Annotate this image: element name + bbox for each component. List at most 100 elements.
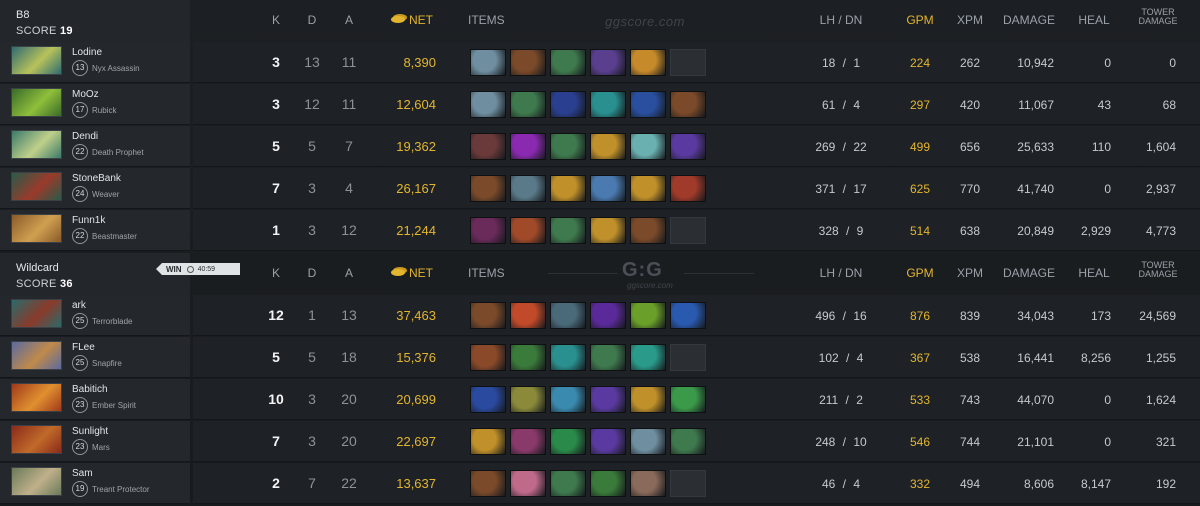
player-name[interactable]: FLee — [72, 342, 95, 353]
item-icon[interactable] — [510, 217, 546, 244]
item-icon[interactable] — [470, 217, 506, 244]
item-icon[interactable] — [550, 344, 586, 371]
item-icon[interactable] — [630, 386, 666, 413]
player-name[interactable]: Dendi — [72, 131, 98, 142]
item-icon[interactable] — [590, 91, 626, 118]
item-icon[interactable] — [470, 175, 506, 202]
item-icon[interactable] — [670, 133, 706, 160]
column-header-items[interactable]: ITEMS — [468, 13, 508, 27]
column-header-gpm[interactable]: GPM — [900, 266, 940, 280]
item-icon[interactable] — [670, 302, 706, 329]
item-icon[interactable] — [590, 344, 626, 371]
player-info[interactable]: MoOz 17 Rubick — [0, 84, 190, 125]
item-icon[interactable] — [590, 302, 626, 329]
hero-portrait[interactable] — [11, 299, 62, 328]
item-icon[interactable] — [510, 91, 546, 118]
item-icon[interactable] — [590, 217, 626, 244]
player-name[interactable]: Funn1k — [72, 215, 105, 226]
column-header-net[interactable]: NET — [382, 266, 442, 280]
column-header-net[interactable]: NET — [382, 13, 442, 27]
player-info[interactable]: Funn1k 22 Beastmaster — [0, 210, 190, 251]
hero-portrait[interactable] — [11, 467, 62, 496]
hero-portrait[interactable] — [11, 214, 62, 243]
item-icon[interactable] — [510, 49, 546, 76]
item-icon[interactable] — [470, 91, 506, 118]
item-icon[interactable] — [590, 175, 626, 202]
item-icon[interactable] — [550, 175, 586, 202]
item-icon[interactable] — [470, 428, 506, 455]
player-name[interactable]: Sam — [72, 468, 93, 479]
hero-portrait[interactable] — [11, 341, 62, 370]
player-info[interactable]: Lodine 13 Nyx Assassin — [0, 42, 190, 83]
item-icon[interactable] — [550, 91, 586, 118]
item-icon[interactable] — [510, 133, 546, 160]
item-icon[interactable] — [630, 217, 666, 244]
item-icon[interactable] — [590, 133, 626, 160]
player-row[interactable]: MoOz 17 Rubick 3 12 11 12,604 61 / 4 297 420 11,06… — [0, 84, 1200, 126]
hero-portrait[interactable] — [11, 88, 62, 117]
item-icon[interactable] — [590, 49, 626, 76]
hero-portrait[interactable] — [11, 130, 62, 159]
item-icon[interactable] — [510, 344, 546, 371]
hero-portrait[interactable] — [11, 383, 62, 412]
item-icon[interactable] — [670, 91, 706, 118]
player-info[interactable]: Babitich 23 Ember Spirit — [0, 379, 190, 420]
player-name[interactable]: MoOz — [72, 89, 99, 100]
player-row[interactable]: Babitich 23 Ember Spirit 10 3 20 20,699 211 / 2… — [0, 379, 1200, 421]
player-row[interactable]: ark 25 Terrorblade 12 1 13 37,463 496 / 16 876 83… — [0, 295, 1200, 337]
player-row[interactable]: Dendi 22 Death Prophet 5 5 7 19,362 269 / 22 499… — [0, 126, 1200, 168]
item-icon[interactable] — [670, 386, 706, 413]
item-icon[interactable] — [470, 133, 506, 160]
item-icon[interactable] — [510, 470, 546, 497]
item-icon[interactable] — [470, 302, 506, 329]
item-icon[interactable] — [550, 49, 586, 76]
column-header-lhdn[interactable]: LH / DN — [806, 266, 876, 280]
item-icon[interactable] — [630, 428, 666, 455]
column-header-xpm[interactable]: XPM — [950, 13, 990, 27]
item-icon[interactable] — [630, 344, 666, 371]
item-icon[interactable] — [590, 470, 626, 497]
item-icon[interactable] — [550, 386, 586, 413]
player-name[interactable]: Babitich — [72, 384, 108, 395]
item-icon[interactable] — [470, 386, 506, 413]
item-icon[interactable] — [510, 386, 546, 413]
column-header-a[interactable]: A — [335, 266, 363, 280]
player-row[interactable]: StoneBank 24 Weaver 7 3 4 26,167 371 / 17 625 770… — [0, 168, 1200, 210]
column-header-d[interactable]: D — [298, 13, 326, 27]
item-icon[interactable] — [470, 344, 506, 371]
column-header-xpm[interactable]: XPM — [950, 266, 990, 280]
column-header-damage[interactable]: DAMAGE — [1000, 266, 1058, 280]
player-info[interactable]: StoneBank 24 Weaver — [0, 168, 190, 209]
item-icon[interactable] — [510, 175, 546, 202]
player-info[interactable]: FLee 25 Snapfire — [0, 337, 190, 378]
item-icon[interactable] — [670, 428, 706, 455]
player-row[interactable]: Sunlight 23 Mars 7 3 20 22,697 248 / 10 546 744 21… — [0, 421, 1200, 463]
item-icon[interactable] — [550, 470, 586, 497]
item-icon[interactable] — [630, 175, 666, 202]
hero-portrait[interactable] — [11, 425, 62, 454]
item-icon[interactable] — [630, 49, 666, 76]
player-name[interactable]: ark — [72, 300, 86, 311]
player-row[interactable]: Sam 19 Treant Protector 2 7 22 13,637 46 / 4 332… — [0, 463, 1200, 505]
item-icon[interactable] — [590, 386, 626, 413]
item-icon[interactable] — [470, 49, 506, 76]
column-header-d[interactable]: D — [298, 266, 326, 280]
hero-portrait[interactable] — [11, 172, 62, 201]
item-icon[interactable] — [630, 91, 666, 118]
column-header-damage[interactable]: DAMAGE — [1000, 13, 1058, 27]
item-icon[interactable] — [630, 133, 666, 160]
column-header-heal[interactable]: HEAL — [1076, 13, 1112, 27]
item-icon[interactable] — [550, 217, 586, 244]
item-icon[interactable] — [510, 302, 546, 329]
column-header-tower-damage[interactable]: TOWER DAMAGE — [1134, 261, 1182, 279]
item-icon[interactable] — [670, 175, 706, 202]
column-header-lhdn[interactable]: LH / DN — [806, 13, 876, 27]
player-info[interactable]: Sunlight 23 Mars — [0, 421, 190, 462]
item-icon[interactable] — [630, 470, 666, 497]
item-icon[interactable] — [630, 302, 666, 329]
item-icon[interactable] — [590, 428, 626, 455]
item-icon[interactable] — [470, 470, 506, 497]
column-header-k[interactable]: K — [262, 266, 290, 280]
column-header-items[interactable]: ITEMS — [468, 266, 508, 280]
player-info[interactable]: Sam 19 Treant Protector — [0, 463, 190, 504]
